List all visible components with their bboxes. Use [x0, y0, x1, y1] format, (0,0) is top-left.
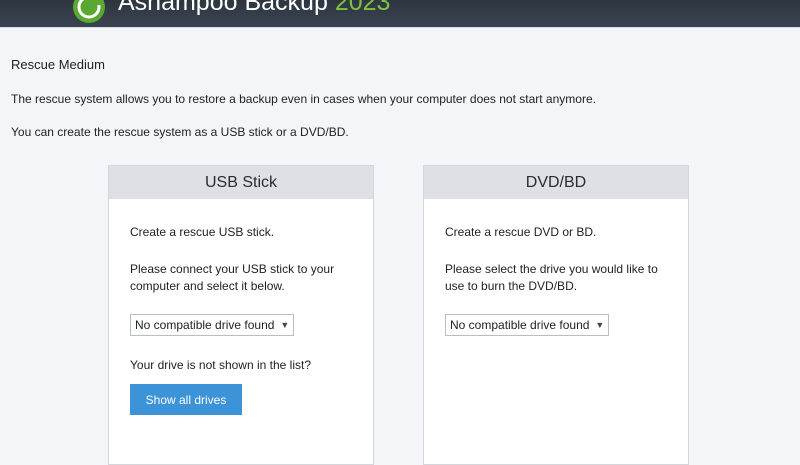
- page-title: Rescue Medium: [11, 57, 105, 72]
- chevron-down-icon: ▼: [280, 320, 290, 330]
- usb-stick-card: USB Stick Create a rescue USB stick. Ple…: [108, 165, 374, 465]
- ashampoo-backup-logo-icon: [73, 0, 105, 23]
- dvd-drive-select-value: No compatible drive found: [450, 318, 590, 332]
- dvd-instruction-text: Please select the drive you would like t…: [445, 262, 658, 293]
- dvd-intro-text: Create a rescue DVD or BD.: [445, 225, 597, 239]
- usb-intro-text: Create a rescue USB stick.: [130, 225, 275, 239]
- usb-card-title: USB Stick: [109, 166, 373, 199]
- usb-instruction-text: Please connect your USB stick to your co…: [130, 262, 335, 293]
- usb-drive-select-value: No compatible drive found: [135, 318, 275, 332]
- app-title-main: Ashampoo Backup: [118, 0, 328, 16]
- chevron-down-icon: ▼: [595, 320, 605, 330]
- app-title-year: 2023: [334, 0, 391, 16]
- hint-text: You can create the rescue system as a US…: [11, 125, 349, 139]
- show-all-drives-button[interactable]: Show all drives: [130, 384, 242, 415]
- usb-drive-select[interactable]: No compatible drive found ▼: [130, 314, 295, 336]
- usb-missing-drive-text: Your drive is not shown in the list?: [130, 358, 311, 372]
- dvd-card-title: DVD/BD: [424, 166, 688, 199]
- dvd-drive-select[interactable]: No compatible drive found ▼: [445, 314, 610, 336]
- app-title: Ashampoo Backup 2023: [118, 0, 390, 17]
- dvd-bd-card: DVD/BD Create a rescue DVD or BD. Please…: [423, 165, 689, 465]
- description-text: The rescue system allows you to restore …: [11, 92, 596, 106]
- main-content: Rescue Medium The rescue system allows y…: [0, 27, 800, 465]
- title-bar: Ashampoo Backup 2023: [0, 0, 800, 27]
